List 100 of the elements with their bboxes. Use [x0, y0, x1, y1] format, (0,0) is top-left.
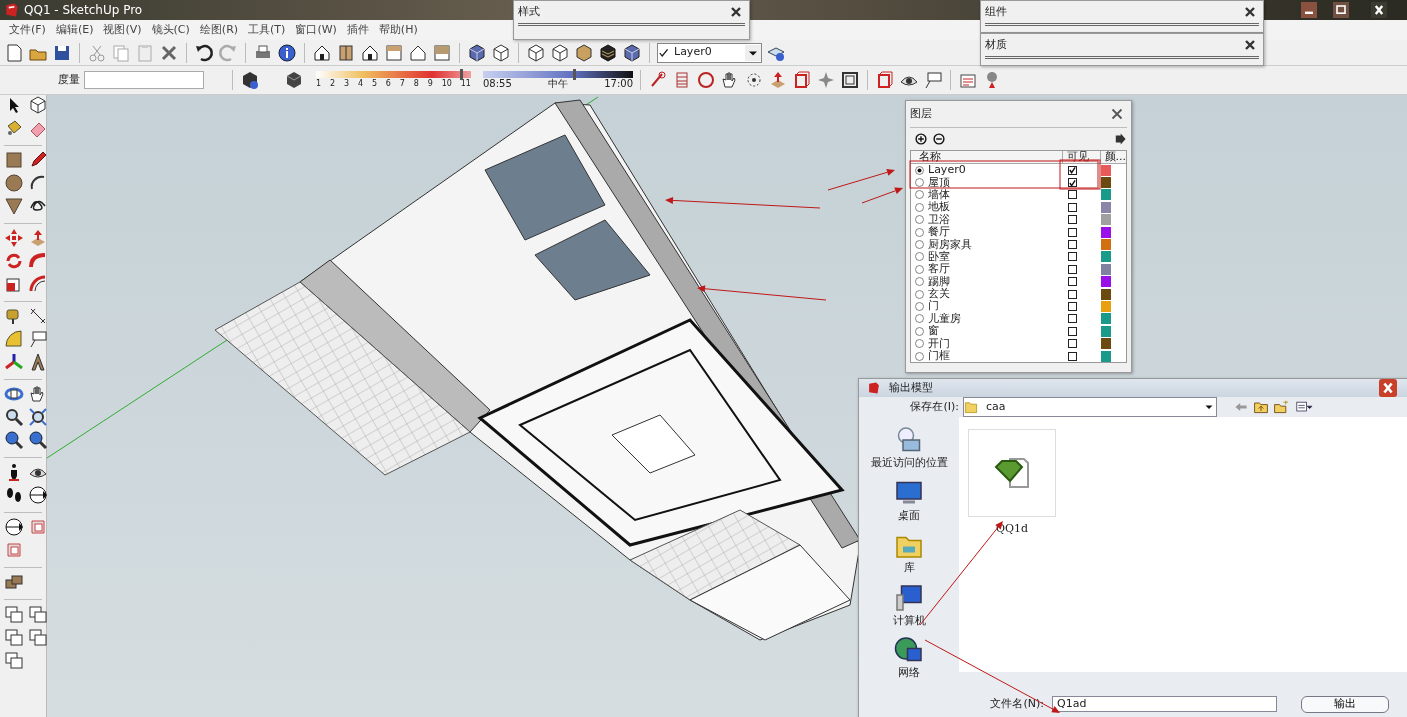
time-slider-thumb[interactable]	[573, 69, 576, 80]
3d-text-icon[interactable]	[28, 352, 48, 372]
zoom-icon[interactable]	[4, 407, 24, 427]
layer-radio[interactable]	[915, 326, 924, 336]
layer-dropdown[interactable]: Layer0	[657, 42, 762, 63]
target-icon[interactable]	[744, 70, 764, 90]
layer-color-swatch[interactable]	[1101, 338, 1111, 350]
visible-checkbox[interactable]	[1068, 240, 1077, 250]
rotate-icon[interactable]	[4, 251, 24, 271]
rectangle-icon[interactable]	[4, 150, 24, 170]
visible-checkbox[interactable]	[1068, 227, 1077, 237]
menu-item[interactable]: 帮助(H)	[373, 21, 423, 39]
menu-item[interactable]: 文件(F)	[4, 21, 51, 39]
layer-radio[interactable]	[915, 314, 924, 324]
visible-checkbox[interactable]	[1068, 302, 1077, 311]
layer-color-swatch[interactable]	[1101, 251, 1111, 263]
layer-color-swatch[interactable]	[1101, 164, 1111, 176]
layer-radio[interactable]	[915, 289, 924, 299]
column-header[interactable]: 名称	[911, 151, 1063, 163]
visible-checkbox[interactable]	[1068, 277, 1077, 287]
visible-checkbox[interactable]	[1068, 326, 1077, 336]
visible-checkbox[interactable]	[1068, 264, 1077, 274]
layer-name[interactable]: 儿童房	[928, 312, 1068, 325]
layer-name[interactable]: 窗	[928, 325, 1068, 338]
layer-name[interactable]: Layer0	[928, 164, 1068, 177]
text-label-icon[interactable]	[28, 329, 48, 349]
view-menu-icon[interactable]	[1293, 399, 1315, 415]
info-icon[interactable]	[277, 42, 297, 63]
menu-item[interactable]: 绘图(R)	[194, 21, 244, 39]
menu-item[interactable]: 编辑(E)	[50, 21, 99, 39]
layer-color-swatch[interactable]	[1101, 214, 1111, 226]
layer-color-swatch[interactable]	[1101, 301, 1111, 312]
frames-icon[interactable]	[28, 604, 48, 624]
file-thumbnail[interactable]	[968, 429, 1056, 517]
add-layer-icon[interactable]	[914, 132, 928, 146]
layer-name[interactable]: 卫浴	[928, 213, 1068, 226]
zoom-extents-icon[interactable]	[28, 430, 48, 450]
door-icon[interactable]	[336, 42, 356, 63]
layer-color-swatch[interactable]	[1101, 350, 1111, 362]
layer-color-swatch[interactable]	[1101, 276, 1111, 288]
layer-radio[interactable]	[915, 264, 924, 274]
visible-checkbox[interactable]	[1068, 351, 1077, 361]
undo-icon[interactable]	[194, 42, 214, 63]
visible-checkbox[interactable]	[1068, 202, 1077, 212]
layer-color-swatch[interactable]	[1101, 177, 1111, 189]
menu-item[interactable]: 插件	[341, 21, 374, 39]
layer-radio[interactable]	[915, 165, 924, 175]
new-document-icon[interactable]	[4, 42, 24, 63]
column-header[interactable]: 可见	[1062, 151, 1101, 163]
visible-checkbox[interactable]	[1068, 314, 1077, 324]
layer-color-swatch[interactable]	[1101, 313, 1111, 325]
visible-checkbox[interactable]	[1068, 339, 1077, 349]
visible-checkbox[interactable]	[1068, 215, 1077, 225]
layer-name[interactable]: 厨房家具	[928, 238, 1068, 251]
layer-color-swatch[interactable]	[1101, 263, 1111, 275]
layer-name[interactable]: 踢脚	[928, 275, 1068, 288]
cube-icon[interactable]	[491, 42, 511, 63]
layer-name[interactable]: 客厅	[928, 263, 1068, 276]
place-item[interactable]: 网络	[894, 635, 924, 682]
tool-icon[interactable]	[923, 70, 943, 90]
zoom-extents-icon[interactable]	[4, 430, 24, 450]
footprints-icon[interactable]	[4, 485, 24, 505]
visible-checkbox[interactable]	[1068, 165, 1077, 175]
move-icon[interactable]	[4, 228, 24, 248]
up-folder-icon[interactable]	[1253, 399, 1269, 415]
section-icon[interactable]	[4, 517, 24, 537]
cube-icon[interactable]	[550, 42, 570, 63]
folder-dropdown[interactable]: caa	[963, 397, 1217, 417]
place-item[interactable]: 最近访问的位置	[870, 425, 948, 472]
layer-radio[interactable]	[915, 178, 924, 188]
frame-icon[interactable]	[840, 70, 860, 90]
frames-icon[interactable]	[4, 627, 24, 647]
column-header[interactable]: 颜...	[1100, 151, 1126, 163]
place-item[interactable]: 桌面	[894, 477, 924, 524]
time-slider[interactable]	[483, 71, 633, 78]
frames-icon[interactable]	[4, 650, 24, 670]
place-item[interactable]: 库	[894, 530, 924, 577]
menu-item[interactable]: 窗口(W)	[290, 21, 342, 39]
cube-icon[interactable]	[467, 42, 487, 63]
details-arrow-icon[interactable]	[1113, 132, 1127, 146]
layer-name[interactable]: 门	[928, 300, 1068, 313]
frames-icon[interactable]	[4, 604, 24, 624]
layer-radio[interactable]	[915, 202, 924, 212]
layer-name[interactable]: 地板	[928, 201, 1068, 214]
new-folder-icon[interactable]	[1273, 399, 1289, 415]
layer-color-swatch[interactable]	[1101, 325, 1111, 337]
layer-radio[interactable]	[915, 252, 924, 262]
visible-checkbox[interactable]	[1068, 190, 1077, 200]
layer-name[interactable]: 玄关	[928, 288, 1068, 301]
month-slider-thumb[interactable]	[460, 68, 464, 80]
menu-item[interactable]: 工具(T)	[243, 21, 291, 39]
export-button[interactable]: 输出	[1301, 695, 1389, 713]
box-icon[interactable]	[875, 70, 895, 90]
component-icon[interactable]	[28, 95, 48, 115]
layer-name[interactable]: 卧室	[928, 250, 1068, 263]
layer-radio[interactable]	[915, 190, 924, 200]
layer-name[interactable]: 门框	[928, 350, 1068, 363]
layer-radio[interactable]	[915, 351, 924, 361]
layer-name[interactable]: 餐厅	[928, 226, 1068, 239]
filename-field[interactable]: Q1ad	[1052, 695, 1277, 712]
